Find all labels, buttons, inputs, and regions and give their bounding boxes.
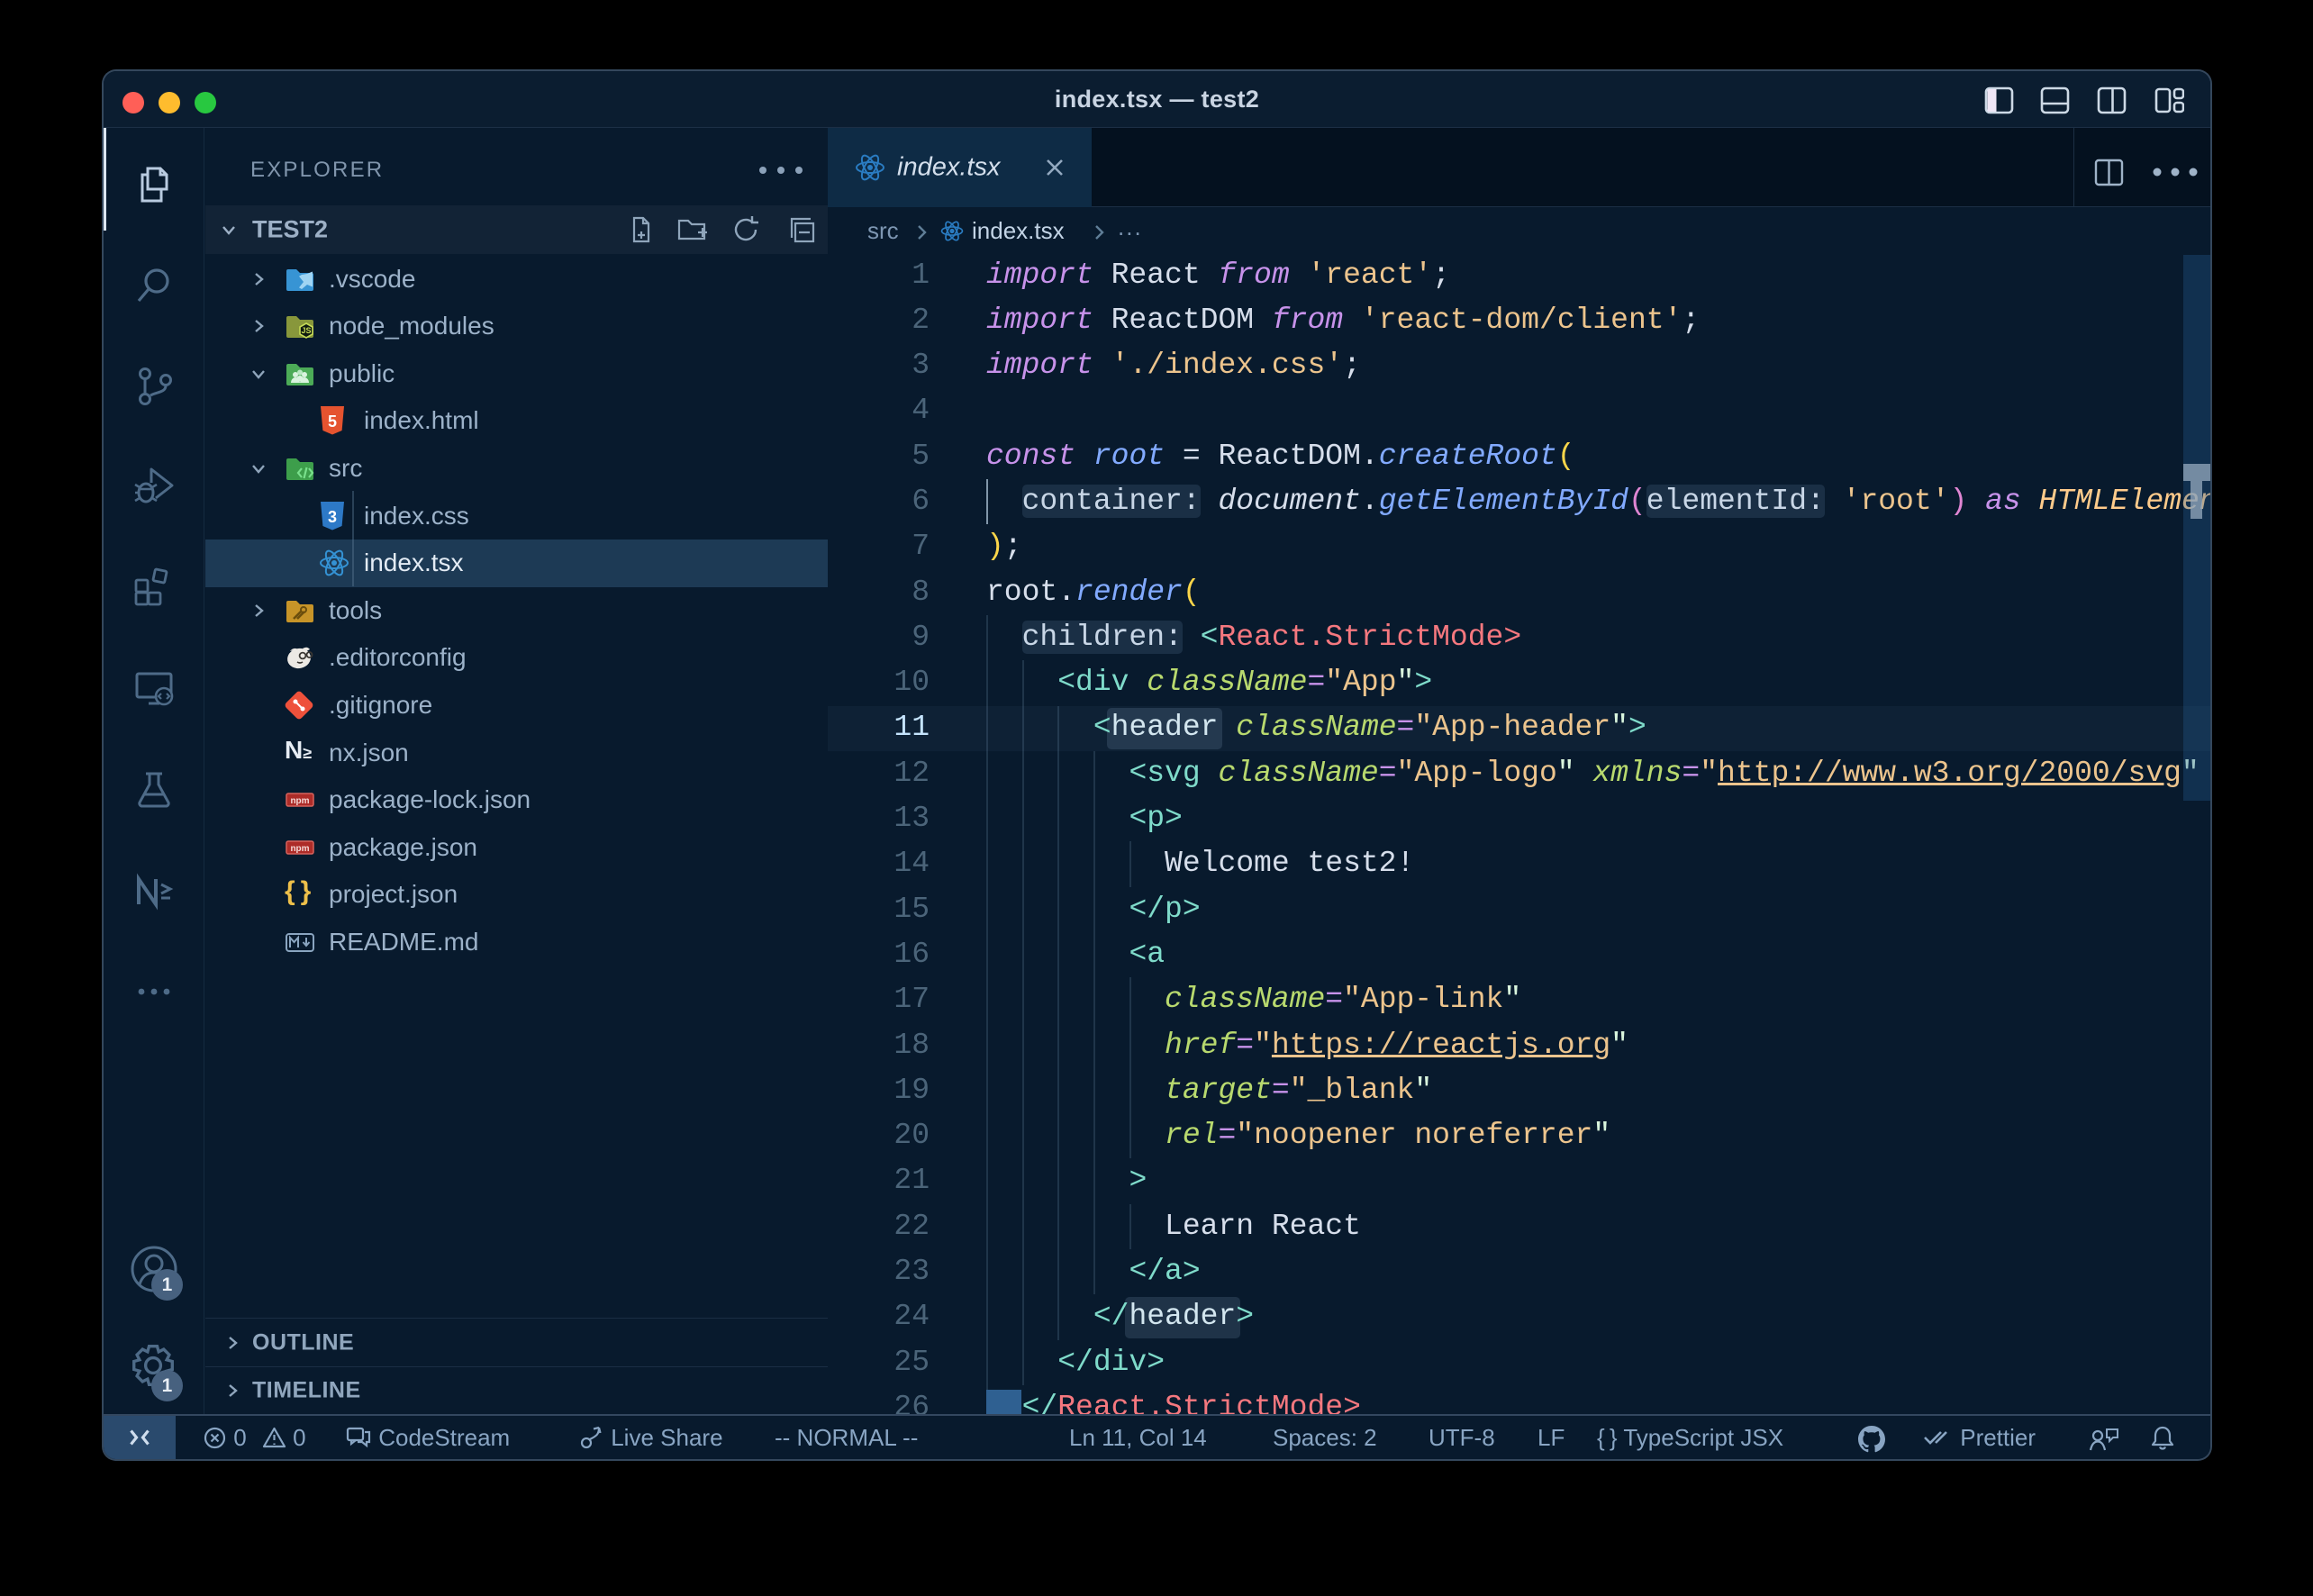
svg-text:3: 3 bbox=[328, 508, 337, 526]
svg-text:JS: JS bbox=[301, 326, 311, 335]
svg-text:npm: npm bbox=[290, 796, 309, 806]
svg-text:5: 5 bbox=[328, 413, 337, 431]
svg-text:npm: npm bbox=[290, 844, 309, 854]
